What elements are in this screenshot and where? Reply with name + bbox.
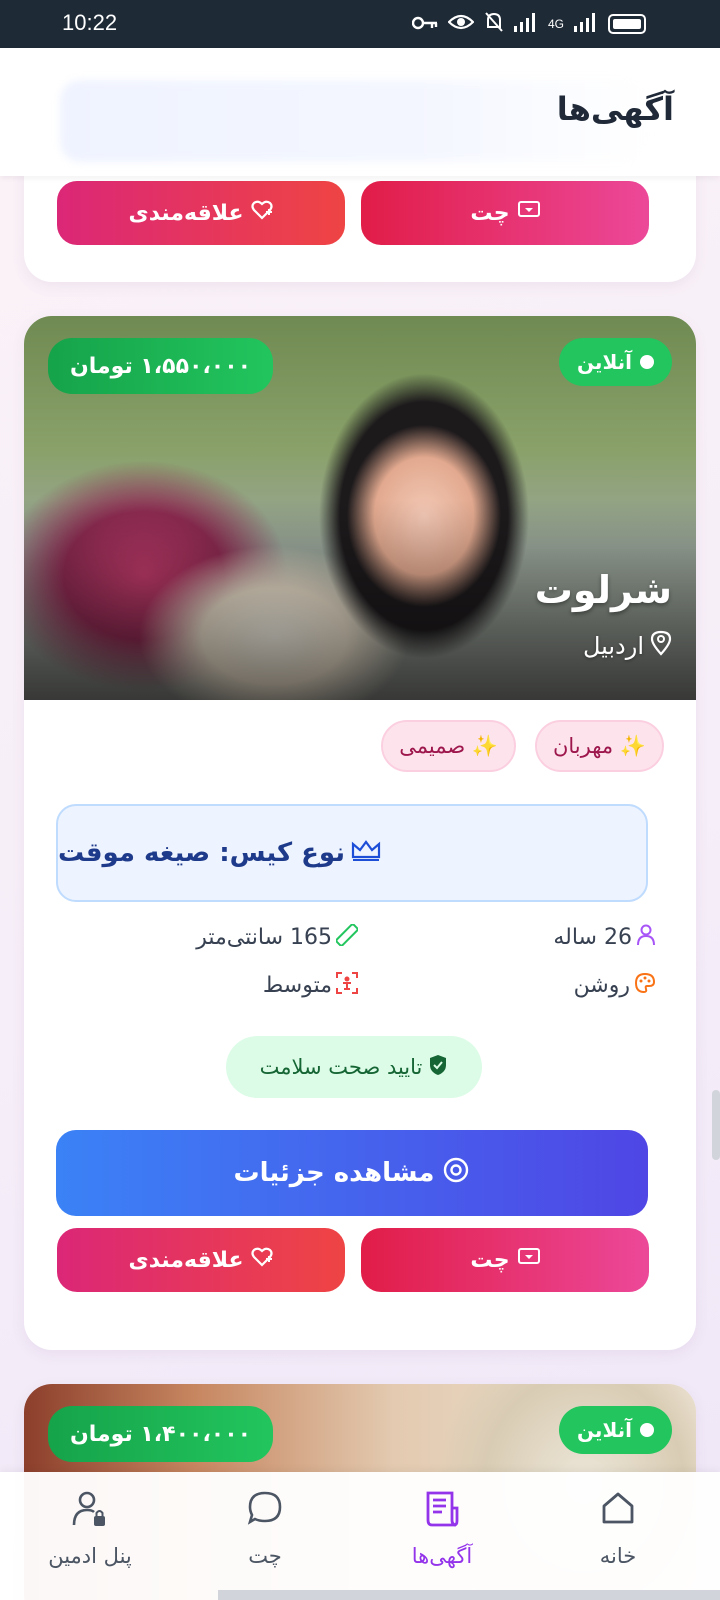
age-attribute: 26 ساله [553, 924, 656, 951]
view-details-button[interactable]: مشاهده جزئیات [56, 1130, 648, 1216]
scrollbar[interactable] [712, 1090, 720, 1160]
status-time: 10:22 [62, 10, 118, 35]
battery-icon [608, 14, 646, 34]
chat-bubble-icon [517, 200, 540, 226]
online-label: آنلاین [576, 350, 632, 374]
person-icon [636, 924, 656, 951]
shield-check-icon [428, 1054, 448, 1081]
view-details-label: مشاهده جزئیات [233, 1158, 435, 1188]
admin-icon [20, 1490, 160, 1534]
price-badge: ۱،۴۰۰،۰۰۰ تومان [48, 1406, 274, 1462]
body-value: متوسط [262, 973, 332, 998]
ads-icon [372, 1490, 512, 1534]
age-value: 26 ساله [553, 925, 632, 950]
body-scan-icon [336, 972, 358, 999]
health-label: تایید صحت سلامت [259, 1055, 423, 1079]
skin-value: روشن [573, 973, 630, 998]
status-bar: 10:22 4G [0, 0, 720, 48]
online-label: آنلاین [576, 1418, 632, 1442]
price-label: ۱،۴۰۰،۰۰۰ تومان [70, 1421, 252, 1447]
body-attribute: متوسط [263, 972, 358, 999]
page-title: آگهی‌ها [556, 90, 674, 128]
health-verified-badge: تایید صحت سلامت [226, 1036, 482, 1098]
palette-icon [634, 972, 656, 999]
case-type-box: نوع کیس: صیغه موقت [56, 804, 648, 902]
location-pin-icon [650, 630, 672, 662]
trait-tag: ✨ صمیمی [381, 720, 516, 772]
home-icon [548, 1490, 688, 1534]
favorite-label: علاقه‌مندی [128, 1247, 244, 1273]
chat-button[interactable]: چت [361, 1228, 649, 1292]
online-badge: آنلاین [558, 1406, 672, 1454]
status-icons: 4G [411, 11, 646, 37]
online-badge: آنلاین [558, 338, 672, 386]
price-label: ۱،۵۵۰،۰۰۰ تومان [70, 353, 252, 379]
height-attribute: 165 سانتی‌متر [196, 923, 359, 951]
profile-name: شرلوت [534, 568, 672, 612]
chat-bubble-icon [517, 1247, 540, 1273]
crown-icon [351, 838, 381, 868]
nav-item-chat[interactable]: چت [195, 1490, 335, 1568]
gesture-bar [218, 1590, 720, 1600]
profile-photo[interactable]: آنلاین ۱،۵۵۰،۰۰۰ تومان شرلوت اردبیل [24, 316, 696, 700]
chat-button[interactable]: چت [361, 181, 649, 245]
chat-label: چت [470, 1247, 510, 1273]
app-header: آگهی‌ها [0, 48, 720, 176]
bottom-nav: پنل ادمین چت آگهی‌ها خانه [0, 1472, 720, 1600]
heart-plus-icon [251, 1247, 274, 1273]
signal-icon-2 [574, 12, 598, 36]
nav-item-admin[interactable]: پنل ادمین [20, 1490, 160, 1568]
bell-muted-icon [484, 11, 504, 37]
nav-label-ads: آگهی‌ها [411, 1544, 473, 1568]
height-value: 165 سانتی‌متر [196, 925, 332, 950]
favorite-button[interactable]: علاقه‌مندی [57, 1228, 345, 1292]
case-type-label: نوع کیس: صیغه موقت [58, 838, 345, 868]
chat-icon [195, 1490, 335, 1534]
city-label: اردبیل [582, 632, 644, 660]
signal-icon [513, 12, 538, 36]
eye-icon [442, 1156, 470, 1191]
ruler-icon [335, 923, 359, 951]
nav-item-ads[interactable]: آگهی‌ها [372, 1490, 512, 1568]
favorite-label: علاقه‌مندی [128, 200, 244, 226]
nav-item-home[interactable]: خانه [548, 1490, 688, 1568]
trait-tag: ✨ مهربان [534, 720, 664, 772]
eye-icon [447, 13, 475, 35]
profile-location: اردبیل [583, 630, 672, 662]
heart-plus-icon [251, 200, 274, 226]
ad-card[interactable]: آنلاین ۱،۵۵۰،۰۰۰ تومان شرلوت اردبیل ✨ مه… [24, 316, 696, 1350]
favorite-button[interactable]: علاقه‌مندی [57, 181, 345, 245]
skin-attribute: روشن [574, 972, 656, 999]
nav-label-home: خانه [599, 1544, 637, 1568]
nav-label-admin: پنل ادمین [48, 1544, 132, 1568]
chat-label: چت [470, 200, 510, 226]
network-type: 4G [547, 17, 564, 31]
price-badge: ۱،۵۵۰،۰۰۰ تومان [48, 338, 274, 394]
key-icon [411, 15, 438, 34]
nav-label-chat: چت [248, 1544, 282, 1568]
